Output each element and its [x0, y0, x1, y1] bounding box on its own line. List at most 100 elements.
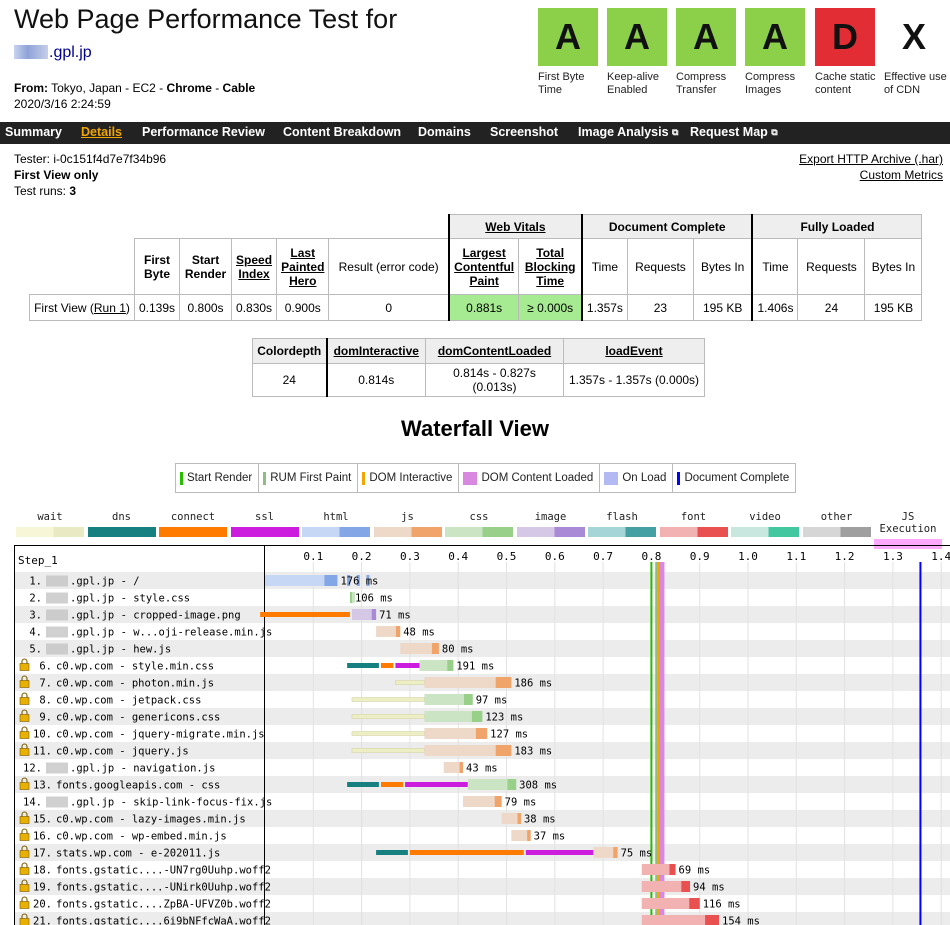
col-speed-index[interactable]: Speed Index — [231, 238, 278, 295]
doc-time-value: 1.357s — [581, 294, 628, 321]
request-duration: 127 ms — [490, 729, 528, 741]
marker-line-swatch — [362, 471, 366, 485]
bar-font-download — [681, 881, 691, 892]
request-number: 13. — [33, 780, 52, 792]
request-number: 18. — [33, 865, 52, 877]
tab-image-analysis[interactable]: Image Analysis ⧉ — [578, 125, 678, 139]
tick-label: 1.4 — [931, 550, 950, 563]
bar-js-download — [494, 796, 502, 807]
col-lcp[interactable]: Largest Contentful Paint — [447, 238, 520, 295]
legend-label: image — [534, 511, 567, 523]
legend-label: connect — [170, 511, 216, 523]
request-number: 9. — [39, 712, 52, 724]
request-number: 10. — [33, 729, 52, 741]
col-load-event[interactable]: loadEvent — [563, 338, 705, 364]
marker-box-swatch — [463, 471, 478, 485]
redacted-domain — [46, 626, 68, 638]
lock-icon — [19, 901, 30, 909]
request-label: .gpl.jp - style.css — [70, 593, 190, 605]
export-links: Export HTTP Archive (.har) Custom Metric… — [799, 151, 943, 183]
redacted-domain — [46, 796, 68, 808]
legend-image: image — [516, 511, 585, 537]
tab-details[interactable]: Details — [81, 125, 122, 139]
col-dom-interactive[interactable]: domInteractive — [326, 338, 426, 364]
bar-font-download — [705, 915, 720, 925]
lock-icon — [19, 663, 30, 671]
lock-icon-shackle — [21, 726, 28, 732]
grade-compress-images[interactable]: A Compress Images — [745, 8, 807, 97]
tab-content-breakdown[interactable]: Content Breakdown — [283, 125, 401, 139]
fully-loaded-header: Fully Loaded — [751, 214, 923, 239]
tick-label: 0.7 — [593, 550, 613, 563]
test-location-info: From: Tokyo, Japan - EC2 - Chrome - Cabl… — [14, 81, 256, 111]
export-har-link[interactable]: Export HTTP Archive (.har) — [799, 152, 943, 166]
request-duration: 308 ms — [519, 780, 557, 792]
lock-icon-shackle — [21, 692, 28, 698]
col-first-byte: First Byte — [133, 238, 181, 295]
col-last-painted-hero[interactable]: Last Painted Hero — [276, 238, 330, 295]
tab-request-map[interactable]: Request Map ⧉ — [690, 125, 778, 139]
bar-js-download — [395, 626, 401, 637]
redacted-domain — [14, 45, 48, 59]
col-dom-content-loaded[interactable]: domContentLoaded — [425, 338, 564, 364]
request-number: 19. — [33, 882, 52, 894]
web-vitals-header[interactable]: Web Vitals — [447, 214, 583, 239]
tab-performance-review[interactable]: Performance Review — [142, 125, 265, 139]
legend-rum-first-paint: RUM First Paint — [259, 464, 359, 492]
lock-icon-shackle — [21, 896, 28, 902]
grade-cdn[interactable]: X Effective use of CDN — [884, 8, 950, 97]
results-table: Web Vitals Document Complete Fully Loade… — [29, 214, 923, 321]
col-tbt[interactable]: Total Blocking Time — [518, 238, 583, 295]
tick-label: 1.1 — [786, 550, 806, 563]
request-number: 4. — [29, 627, 42, 639]
grade-compress-transfer[interactable]: A Compress Transfer — [676, 8, 738, 97]
request-duration: 37 ms — [534, 831, 566, 843]
external-link-icon: ⧉ — [672, 127, 679, 137]
request-label: .gpl.jp - hew.js — [70, 644, 171, 656]
bar-ssl — [405, 782, 468, 787]
tab-screenshot[interactable]: Screenshot — [490, 125, 558, 139]
bar-js-download — [459, 762, 464, 773]
bar-connect — [260, 612, 350, 617]
bar-ssl — [395, 663, 420, 668]
redacted-domain — [46, 762, 68, 774]
legend-wait: wait — [16, 511, 84, 537]
request-label: c0.wp.com - genericons.css — [56, 712, 220, 724]
start-render-value: 0.800s — [179, 294, 233, 321]
request-label: c0.wp.com - style.min.css — [56, 661, 214, 673]
request-number: 17. — [33, 848, 52, 860]
tab-summary[interactable]: Summary — [5, 125, 62, 139]
tick-label: 1.2 — [835, 550, 855, 563]
custom-metrics-link[interactable]: Custom Metrics — [860, 168, 943, 182]
doc-requests-value: 23 — [626, 294, 694, 321]
request-duration: 75 ms — [621, 848, 653, 860]
bar-js-download — [527, 830, 531, 841]
legend-label: flash — [606, 511, 638, 523]
bar-wait — [351, 697, 425, 702]
legend-dns: dns — [87, 511, 156, 537]
legend-label: css — [469, 511, 489, 523]
redacted-domain — [46, 643, 68, 655]
legend-swatch — [516, 527, 585, 537]
request-number: 12. — [23, 763, 42, 775]
run-1-link[interactable]: Run 1 — [94, 301, 126, 315]
grade-first-byte[interactable]: A First Byte Time — [538, 8, 600, 97]
test-date: 2020/3/16 2:24:59 — [14, 97, 111, 111]
request-label: c0.wp.com - jetpack.css — [56, 695, 201, 707]
legend-html: html — [302, 511, 370, 537]
tab-domains[interactable]: Domains — [418, 125, 471, 139]
first-byte-value: 0.139s — [133, 294, 181, 321]
tick-label: 0.9 — [690, 550, 710, 563]
bar-image-download — [371, 609, 377, 620]
grade-cache-static[interactable]: D Cache static content — [815, 8, 877, 97]
bar-js-download — [613, 847, 618, 858]
bar-css-download — [349, 592, 352, 603]
lock-icon-shackle — [21, 658, 28, 664]
bar-wait — [351, 714, 425, 719]
grade-keep-alive[interactable]: A Keep-alive Enabled — [607, 8, 669, 97]
legend-swatch — [230, 527, 299, 537]
load-event-value: 1.357s - 1.357s (0.000s) — [563, 363, 705, 397]
request-number: 11. — [33, 746, 52, 758]
legend-other: other — [802, 511, 871, 537]
bar-connect — [409, 850, 524, 855]
